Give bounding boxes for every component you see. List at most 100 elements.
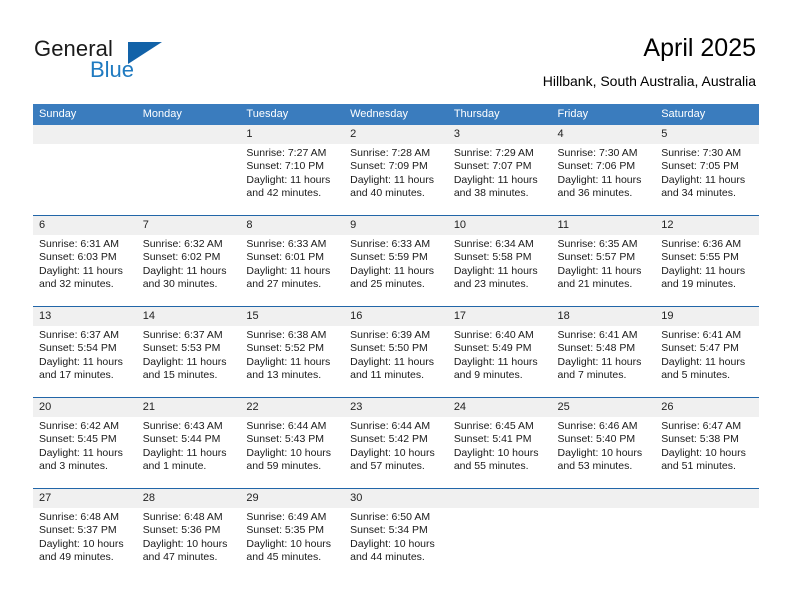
calendar-day-cell[interactable]: 20 Sunrise: 6:42 AM Sunset: 5:45 PM Dayligh… xyxy=(33,397,137,489)
daylight-text-line1: Daylight: 10 hours xyxy=(350,537,435,550)
calendar-day-cell[interactable]: 25 Sunrise: 6:46 AM Sunset: 5:40 PM Dayligh… xyxy=(551,397,656,489)
calendar-day-cell[interactable]: 26 Sunrise: 6:47 AM Sunset: 5:38 PM Dayligh… xyxy=(655,397,759,489)
sunset-text: Sunset: 5:41 PM xyxy=(453,433,532,446)
day-cell-inner: 9 Sunrise: 6:33 AM Sunset: 5:59 PM Daylight… xyxy=(344,216,448,306)
daylight-text-line1: Daylight: 11 hours xyxy=(39,264,123,277)
daylight-text-line2: and 7 minutes. xyxy=(557,369,627,382)
daylight-text-line2: and 57 minutes. xyxy=(350,460,425,473)
day-cell-inner: 22 Sunrise: 6:44 AM Sunset: 5:43 PM Dayligh… xyxy=(240,398,345,488)
daylight-text-line1: Daylight: 10 hours xyxy=(350,446,435,459)
daylight-text-line1: Daylight: 11 hours xyxy=(453,173,538,186)
day-cell-inner xyxy=(447,489,552,579)
day-cell-inner xyxy=(655,489,759,579)
calendar-day-cell[interactable]: 28 Sunrise: 6:48 AM Sunset: 5:36 PM Dayligh… xyxy=(136,488,241,579)
day-cell-inner: 26 Sunrise: 6:47 AM Sunset: 5:38 PM Dayligh… xyxy=(655,398,759,488)
day-cell-inner: 2 Sunrise: 7:28 AM Sunset: 7:09 PM Daylight… xyxy=(344,125,448,215)
daylight-text-line2: and 3 minutes. xyxy=(39,460,108,473)
day-cell-details: Sunrise: 6:33 AM Sunset: 5:59 PM Daylight:… xyxy=(344,235,448,292)
day-cell-inner: 30 Sunrise: 6:50 AM Sunset: 5:34 PM Dayligh… xyxy=(344,489,448,579)
day-number: 7 xyxy=(136,216,241,235)
day-cell-details: Sunrise: 6:42 AM Sunset: 5:45 PM Daylight:… xyxy=(33,417,137,474)
day-number: 30 xyxy=(344,489,448,508)
calendar-day-cell[interactable]: 7 Sunrise: 6:32 AM Sunset: 6:02 PM Daylight… xyxy=(136,215,241,307)
day-cell-details xyxy=(655,508,759,511)
calendar-day-cell[interactable]: 2 Sunrise: 7:28 AM Sunset: 7:09 PM Daylight… xyxy=(344,125,448,216)
calendar-day-cell[interactable]: 19 Sunrise: 6:41 AM Sunset: 5:47 PM Dayligh… xyxy=(655,306,759,398)
calendar-day-cell[interactable]: 18 Sunrise: 6:41 AM Sunset: 5:48 PM Dayligh… xyxy=(551,306,656,398)
daylight-text-line1: Daylight: 11 hours xyxy=(661,173,746,186)
brand-logo[interactable]: General Blue xyxy=(34,36,214,88)
sunrise-text: Sunrise: 6:50 AM xyxy=(350,511,431,523)
day-cell-inner: 4 Sunrise: 7:30 AM Sunset: 7:06 PM Daylight… xyxy=(551,125,656,215)
sunset-text: Sunset: 5:42 PM xyxy=(350,433,428,446)
sunrise-text: Sunrise: 6:31 AM xyxy=(39,238,119,250)
weekday-header-sunday: Sunday xyxy=(33,104,137,125)
calendar-day-cell[interactable]: 1 Sunrise: 7:27 AM Sunset: 7:10 PM Daylight… xyxy=(240,125,345,216)
day-cell-inner: 15 Sunrise: 6:38 AM Sunset: 5:52 PM Dayligh… xyxy=(240,307,345,397)
calendar-day-cell[interactable]: 4 Sunrise: 7:30 AM Sunset: 7:06 PM Daylight… xyxy=(551,125,656,216)
day-cell-details: Sunrise: 6:37 AM Sunset: 5:54 PM Daylight:… xyxy=(33,326,137,383)
sunset-text: Sunset: 5:59 PM xyxy=(350,251,428,264)
day-cell-details xyxy=(448,508,552,511)
sunset-text: Sunset: 5:36 PM xyxy=(142,524,221,537)
day-number: 22 xyxy=(240,398,345,417)
sunrise-text: Sunrise: 6:34 AM xyxy=(453,238,534,250)
calendar-day-cell[interactable]: 27 Sunrise: 6:48 AM Sunset: 5:37 PM Dayligh… xyxy=(33,488,137,579)
calendar-day-cell[interactable]: 14 Sunrise: 6:37 AM Sunset: 5:53 PM Dayligh… xyxy=(136,306,241,398)
daylight-text-line2: and 34 minutes. xyxy=(661,187,736,200)
day-cell-details: Sunrise: 6:41 AM Sunset: 5:48 PM Daylight:… xyxy=(552,326,656,383)
calendar-day-cell[interactable]: 17 Sunrise: 6:40 AM Sunset: 5:49 PM Dayligh… xyxy=(447,306,552,398)
calendar-day-cell[interactable]: 23 Sunrise: 6:44 AM Sunset: 5:42 PM Dayligh… xyxy=(344,397,448,489)
daylight-text-line2: and 19 minutes. xyxy=(661,278,736,291)
calendar-day-cell[interactable]: 30 Sunrise: 6:50 AM Sunset: 5:34 PM Dayligh… xyxy=(344,488,448,579)
daylight-text-line2: and 42 minutes. xyxy=(246,187,322,200)
sunset-text: Sunset: 7:09 PM xyxy=(350,160,428,173)
calendar-day-cell[interactable]: 12 Sunrise: 6:36 AM Sunset: 5:55 PM Dayligh… xyxy=(655,215,759,307)
daylight-text-line2: and 32 minutes. xyxy=(39,278,114,291)
calendar-day-cell[interactable]: 6 Sunrise: 6:31 AM Sunset: 6:03 PM Daylight… xyxy=(33,215,137,307)
calendar-day-cell[interactable]: 9 Sunrise: 6:33 AM Sunset: 5:59 PM Daylight… xyxy=(344,215,448,307)
calendar-day-cell[interactable]: 21 Sunrise: 6:43 AM Sunset: 5:44 PM Dayligh… xyxy=(136,397,241,489)
daylight-text-line1: Daylight: 11 hours xyxy=(453,264,538,277)
daylight-text-line2: and 55 minutes. xyxy=(453,460,529,473)
daylight-text-line1: Daylight: 11 hours xyxy=(350,173,434,186)
sunset-text: Sunset: 5:50 PM xyxy=(350,342,428,355)
sunset-text: Sunset: 7:06 PM xyxy=(557,160,636,173)
calendar-week-row: 27 Sunrise: 6:48 AM Sunset: 5:37 PM Dayligh… xyxy=(33,488,759,579)
sunset-text: Sunset: 5:54 PM xyxy=(39,342,117,355)
calendar-day-cell[interactable]: 13 Sunrise: 6:37 AM Sunset: 5:54 PM Dayligh… xyxy=(33,306,137,398)
daylight-text-line2: and 5 minutes. xyxy=(661,369,731,382)
calendar-page: General Blue April 2025 Hillbank, South … xyxy=(0,0,792,612)
sunset-text: Sunset: 6:03 PM xyxy=(39,251,117,264)
calendar-day-cell[interactable]: 10 Sunrise: 6:34 AM Sunset: 5:58 PM Dayligh… xyxy=(447,215,552,307)
sunset-text: Sunset: 5:55 PM xyxy=(661,251,739,264)
day-number: 3 xyxy=(447,125,552,144)
day-cell-details: Sunrise: 6:44 AM Sunset: 5:43 PM Daylight:… xyxy=(240,417,344,474)
day-number xyxy=(33,125,137,144)
calendar-day-cell[interactable]: 5 Sunrise: 7:30 AM Sunset: 7:05 PM Daylight… xyxy=(655,125,759,216)
day-cell-inner: 18 Sunrise: 6:41 AM Sunset: 5:48 PM Dayligh… xyxy=(551,307,656,397)
daylight-text-line2: and 38 minutes. xyxy=(453,187,529,200)
day-cell-inner: 19 Sunrise: 6:41 AM Sunset: 5:47 PM Dayligh… xyxy=(655,307,759,397)
calendar-day-cell[interactable]: 24 Sunrise: 6:45 AM Sunset: 5:41 PM Dayligh… xyxy=(447,397,552,489)
day-cell-inner: 8 Sunrise: 6:33 AM Sunset: 6:01 PM Daylight… xyxy=(240,216,345,306)
calendar-week-row: 6 Sunrise: 6:31 AM Sunset: 6:03 PM Daylight… xyxy=(33,215,759,307)
day-number: 29 xyxy=(240,489,345,508)
sunrise-text: Sunrise: 6:46 AM xyxy=(557,420,638,432)
daylight-text-line1: Daylight: 11 hours xyxy=(142,446,227,459)
calendar-day-cell[interactable]: 15 Sunrise: 6:38 AM Sunset: 5:52 PM Dayligh… xyxy=(240,306,345,398)
day-cell-details: Sunrise: 6:46 AM Sunset: 5:40 PM Daylight:… xyxy=(552,417,656,474)
day-cell-details: Sunrise: 7:27 AM Sunset: 7:10 PM Daylight:… xyxy=(240,144,344,201)
calendar-day-cell[interactable]: 11 Sunrise: 6:35 AM Sunset: 5:57 PM Dayligh… xyxy=(551,215,656,307)
sunset-text: Sunset: 5:44 PM xyxy=(142,433,221,446)
calendar-day-cell[interactable]: 29 Sunrise: 6:49 AM Sunset: 5:35 PM Dayligh… xyxy=(240,488,345,579)
calendar-day-cell[interactable]: 8 Sunrise: 6:33 AM Sunset: 6:01 PM Daylight… xyxy=(240,215,345,307)
sunset-text: Sunset: 5:40 PM xyxy=(557,433,636,446)
sunrise-text: Sunrise: 6:44 AM xyxy=(350,420,431,432)
calendar-day-cell[interactable]: 16 Sunrise: 6:39 AM Sunset: 5:50 PM Dayligh… xyxy=(344,306,448,398)
day-cell-details xyxy=(137,144,241,147)
daylight-text-line2: and 11 minutes. xyxy=(350,369,425,382)
daylight-text-line1: Daylight: 10 hours xyxy=(142,537,228,550)
calendar-day-cell[interactable]: 22 Sunrise: 6:44 AM Sunset: 5:43 PM Dayligh… xyxy=(240,397,345,489)
calendar-day-cell[interactable]: 3 Sunrise: 7:29 AM Sunset: 7:07 PM Daylight… xyxy=(447,125,552,216)
